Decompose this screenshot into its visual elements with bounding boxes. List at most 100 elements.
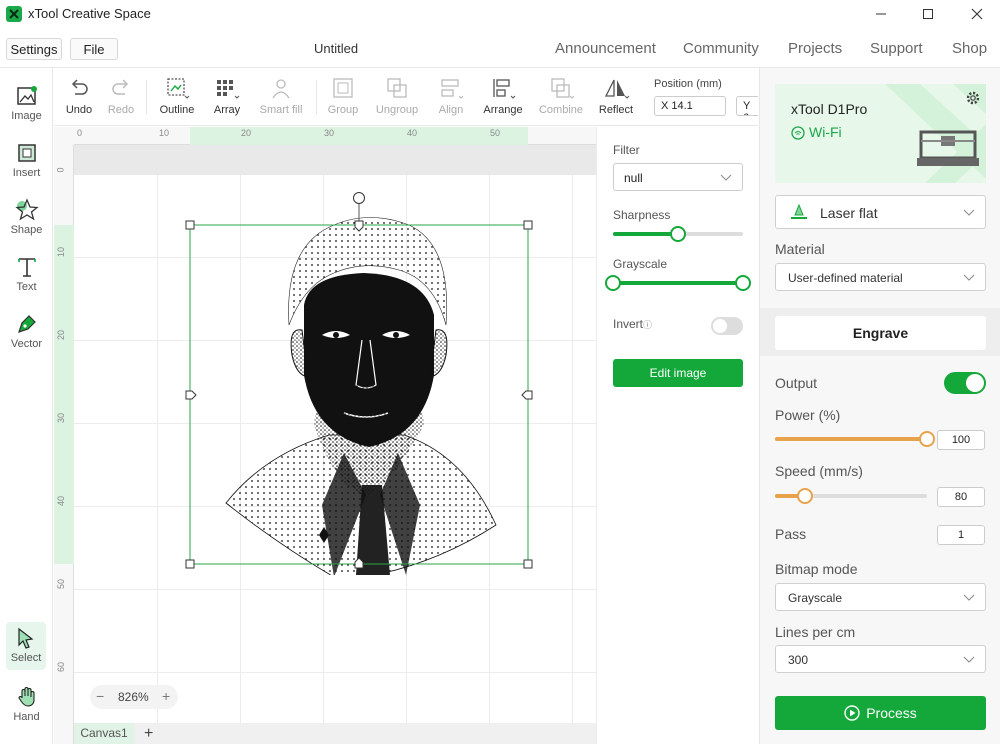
text-icon (17, 258, 36, 277)
smart-fill-button[interactable]: Smart fill (256, 76, 306, 116)
grayscale-min-handle[interactable] (605, 275, 621, 291)
position-y-input[interactable]: Y 6 (736, 96, 758, 116)
group-button[interactable]: Group (326, 76, 360, 116)
power-slider[interactable] (775, 431, 935, 447)
sharpness-slider[interactable] (613, 226, 743, 242)
sharpness-handle[interactable] (670, 226, 686, 242)
invert-toggle[interactable] (711, 317, 743, 335)
bitmap-mode-label: Bitmap mode (775, 561, 858, 577)
nav-announcement[interactable]: Announcement (555, 40, 656, 57)
ruler-tick-label: 30 (56, 412, 67, 424)
canvas-area[interactable]: 0 10 20 30 40 50 0 10 20 30 40 50 60 − 8… (54, 127, 596, 744)
ungroup-button[interactable]: Ungroup (372, 76, 422, 116)
tool-select[interactable]: Select (6, 622, 46, 670)
gear-icon[interactable] (965, 90, 981, 106)
zoom-out-button[interactable]: − (96, 688, 104, 704)
redo-icon (112, 79, 129, 95)
canvas-workspace[interactable] (74, 145, 596, 744)
tool-image[interactable]: Image (0, 78, 53, 128)
array-button[interactable]: Array (210, 76, 244, 116)
rotate-handle[interactable] (353, 192, 365, 204)
align-button[interactable]: Align (434, 76, 468, 116)
ruler-corner (54, 127, 74, 145)
material-label: Material (775, 241, 825, 257)
reflect-button[interactable]: Reflect (598, 76, 634, 116)
undo-icon (71, 79, 88, 95)
position-label: Position (mm) (654, 78, 722, 90)
selection-box[interactable] (184, 185, 544, 585)
zoom-control: − 826% + (90, 685, 178, 709)
close-button[interactable] (954, 0, 1000, 28)
tool-insert[interactable]: Insert (0, 135, 53, 185)
redo-button[interactable]: Redo (104, 76, 138, 116)
ruler-tick-label: 20 (56, 329, 67, 341)
speed-handle[interactable] (797, 488, 814, 504)
laser-mode-value: Laser flat (820, 205, 878, 221)
combine-button[interactable]: Combine (536, 76, 586, 116)
tool-hand[interactable]: Hand (0, 679, 53, 729)
device-card[interactable]: xTool D1Pro Wi-Fi (775, 84, 986, 183)
process-button[interactable]: Process (775, 696, 986, 730)
laser-mode-select[interactable]: Laser flat (775, 195, 986, 229)
ruler-selection-highlight (54, 225, 74, 564)
grayscale-max-handle[interactable] (735, 275, 751, 291)
power-handle[interactable] (919, 431, 935, 447)
tool-vector[interactable]: Vector (0, 306, 53, 356)
group-icon (333, 78, 353, 98)
canvas-tab[interactable]: Canvas1 (74, 723, 134, 744)
lines-per-cm-label: Lines per cm (775, 624, 856, 640)
speed-slider[interactable] (775, 488, 927, 504)
redo-label: Redo (107, 104, 135, 116)
menu-row: Settings File Untitled Announcement Comm… (0, 28, 1000, 68)
minimize-button[interactable] (858, 0, 904, 28)
reflect-label: Reflect (598, 104, 634, 116)
undo-button[interactable]: Undo (62, 76, 96, 116)
hand-icon (17, 687, 35, 707)
process-label: Process (866, 705, 917, 721)
file-button[interactable]: File (70, 38, 118, 60)
grayscale-slider[interactable] (605, 275, 751, 291)
grid-line (74, 672, 596, 673)
add-canvas-button[interactable]: + (144, 723, 153, 744)
star-icon (14, 198, 39, 221)
grayscale-label: Grayscale (613, 257, 668, 271)
ungroup-icon (387, 78, 407, 98)
speed-input[interactable]: 80 (937, 487, 985, 507)
maximize-button[interactable] (905, 0, 951, 28)
insert-icon (17, 144, 36, 162)
arrange-button[interactable]: Arrange (480, 76, 526, 116)
ungroup-label: Ungroup (375, 104, 419, 116)
tool-shape[interactable]: Shape (0, 192, 53, 242)
outline-button[interactable]: Outline (156, 76, 198, 116)
engrave-tab[interactable]: Engrave (775, 316, 986, 350)
image-settings-panel: Filter null Sharpness Grayscale Invertⓘ … (596, 127, 758, 744)
position-x-input[interactable]: X 14.1 (654, 96, 726, 116)
sharpness-label: Sharpness (613, 208, 671, 222)
app-title: xTool Creative Space (28, 6, 151, 21)
reflect-icon (604, 79, 630, 99)
nav-projects[interactable]: Projects (788, 40, 842, 57)
tool-text[interactable]: Text (0, 249, 53, 299)
material-select[interactable]: User-defined material (775, 263, 986, 291)
title-bar: xTool Creative Space (0, 0, 1000, 28)
zoom-value: 826% (118, 690, 149, 704)
power-input[interactable]: 100 (937, 430, 985, 450)
filter-select[interactable]: null (613, 163, 743, 191)
pass-input[interactable]: 1 (937, 525, 985, 545)
pass-label: Pass (775, 526, 807, 542)
lines-per-cm-select[interactable]: 300 (775, 645, 986, 673)
settings-button[interactable]: Settings (6, 38, 62, 60)
nav-support[interactable]: Support (870, 40, 923, 57)
zoom-in-button[interactable]: + (162, 688, 170, 704)
cursor-icon (18, 627, 34, 649)
ruler-top: 0 10 20 30 40 50 (74, 127, 596, 145)
nav-shop[interactable]: Shop (952, 40, 987, 57)
arrange-icon (493, 79, 516, 99)
bitmap-mode-select[interactable]: Grayscale (775, 583, 986, 611)
output-toggle[interactable] (944, 372, 986, 394)
align-icon (441, 79, 464, 99)
ruler-tick-label: 30 (324, 128, 335, 138)
edit-image-button[interactable]: Edit image (613, 359, 743, 387)
nav-community[interactable]: Community (683, 40, 759, 57)
chevron-down-icon (963, 209, 975, 216)
